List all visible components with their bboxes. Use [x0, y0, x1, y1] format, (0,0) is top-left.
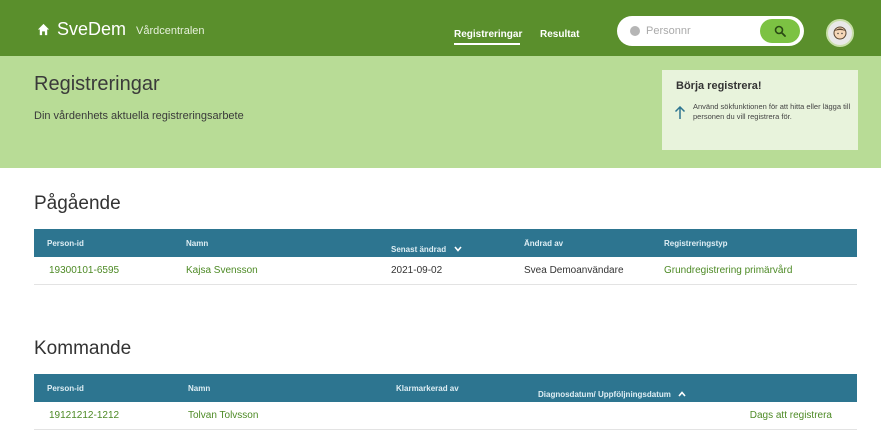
person-id-link[interactable]: 19300101-6595 [49, 265, 119, 276]
column-header-person-id[interactable]: Person-id [47, 239, 84, 248]
column-header-namn[interactable]: Namn [188, 384, 210, 393]
nav-resultat[interactable]: Resultat [540, 29, 579, 40]
column-header-senast-andrad: Senast ändrad [391, 245, 447, 254]
section-title-kommande: Kommande [34, 338, 132, 359]
care-unit-name: Vårdcentralen [136, 24, 205, 37]
getting-started-tip: Börja registrera! Använd sökfunktionen f… [662, 70, 858, 150]
tip-title: Börja registrera! [676, 80, 762, 92]
registration-type-link[interactable]: Grundregistrering primärvård [664, 265, 792, 276]
search-icon [774, 25, 786, 37]
column-header-namn[interactable]: Namn [186, 239, 208, 248]
tip-text: Använd sökfunktionen för att hitta eller… [693, 102, 851, 121]
registration-status-link[interactable]: Dags att registrera [750, 410, 832, 421]
modified-by: Svea Demoanvändare [524, 265, 624, 276]
last-modified-date: 2021-09-02 [391, 265, 443, 276]
person-name-link[interactable]: Kajsa Svensson [186, 265, 258, 276]
active-nav-indicator [454, 43, 520, 45]
chevron-down-icon [453, 246, 462, 252]
table-row[interactable]: 19121212-1212 Tolvan Tolvsson Dags att r… [34, 402, 857, 430]
column-header-person-id[interactable]: Person-id [47, 384, 84, 393]
user-avatar-icon [833, 26, 847, 40]
section-title-pagaende: Pågående [34, 193, 121, 214]
page-title: Registreringar [34, 73, 160, 95]
column-header-klarmarkerad-av[interactable]: Klarmarkerad av [396, 384, 459, 393]
home-icon [37, 23, 50, 35]
search-input[interactable] [646, 23, 746, 39]
column-header-andrad-av[interactable]: Ändrad av [524, 239, 563, 248]
person-search [617, 16, 804, 46]
page-subtitle: Din vårdenhets aktuella registreringsarb… [34, 110, 244, 122]
table-row[interactable]: 19300101-6595 Kajsa Svensson 2021-09-02 … [34, 257, 857, 285]
pagaende-table-header: Person-id Namn Senast ändrad Ändrad av R… [34, 229, 857, 257]
chevron-up-icon [678, 391, 686, 397]
page-header: Registreringar Din vårdenhets aktuella r… [0, 56, 881, 168]
info-icon[interactable] [630, 26, 640, 36]
brand-home-link[interactable]: SveDem Vårdcentralen [37, 20, 205, 38]
arrow-up-icon [674, 106, 686, 119]
column-header-datum-sortable[interactable]: Diagnosdatum/ Uppföljningsdatum [538, 384, 686, 402]
column-header-registreringstyp[interactable]: Registreringstyp [664, 239, 728, 248]
person-id-link[interactable]: 19121212-1212 [49, 410, 119, 421]
person-name-link[interactable]: Tolvan Tolvsson [188, 410, 258, 421]
column-header-diagnosdatum: Diagnosdatum/ Uppföljningsdatum [538, 390, 671, 399]
kommande-table-header: Person-id Namn Klarmarkerad av Diagnosda… [34, 374, 857, 402]
brand-name: SveDem [57, 19, 127, 39]
search-button[interactable] [760, 19, 800, 43]
nav-registreringar[interactable]: Registreringar [454, 29, 522, 40]
column-header-senast-andrad-sortable[interactable]: Senast ändrad [391, 239, 462, 257]
top-navbar: SveDem Vårdcentralen Registreringar Resu… [0, 0, 881, 56]
user-avatar[interactable] [826, 19, 854, 47]
